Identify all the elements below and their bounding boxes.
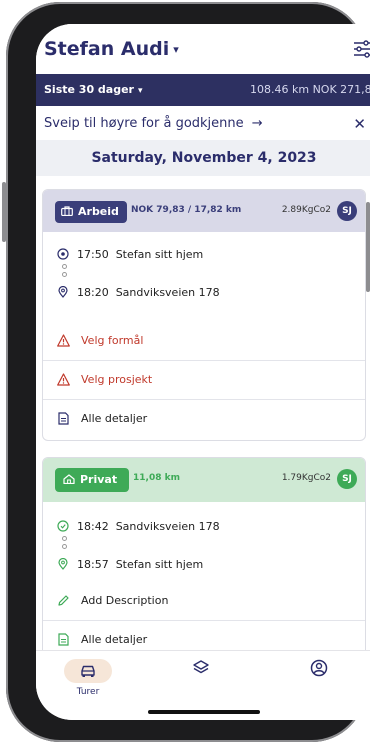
end-place: Sandviksveien 178 (115, 286, 220, 299)
end-time: 18:57 (77, 558, 109, 571)
route-dots (62, 536, 67, 552)
trip-amount: 11,08 km (133, 473, 180, 483)
profile-icon (310, 659, 328, 677)
pencil-icon (58, 595, 69, 606)
trip-start: 17:50 Stefan sitt hjem (57, 248, 203, 261)
arrow-right-icon: → (251, 116, 263, 131)
trip-end: 18:20 Sandviksveien 178 (57, 286, 220, 299)
all-details-row[interactable]: Alle detaljer (43, 399, 365, 438)
layers-icon (193, 660, 209, 674)
document-icon (58, 633, 69, 646)
home-indicator (148, 710, 260, 714)
trip-route: 18:42 Sandviksveien 178 18:57 Stefan sit… (43, 502, 365, 582)
trip-co2: 2.89KgCo2 (281, 205, 331, 215)
trip-co2: 1.79KgCo2 (281, 473, 331, 483)
add-description-row[interactable]: Add Description (43, 582, 365, 620)
all-details-label: Alle detaljer (81, 633, 148, 646)
car-icon (81, 665, 95, 677)
tab-trips[interactable]: Turer (64, 659, 112, 697)
trip-card-header: Privat 11,08 km 1.79KgCo2 SJ (43, 458, 365, 502)
vehicle-selector[interactable]: Stefan Audi ▾ (44, 38, 179, 60)
app-header: Stefan Audi ▾ (36, 24, 370, 74)
swipe-hint-text: Sveip til høyre for å godkjenne (44, 116, 244, 131)
start-place: Stefan sitt hjem (115, 248, 204, 261)
close-icon[interactable]: ✕ (353, 115, 366, 133)
start-time: 18:42 (77, 520, 109, 533)
select-project-label: Velg prosjekt (81, 373, 153, 386)
route-dots (62, 264, 67, 280)
trip-card-header: Arbeid NOK 79,83 / 17,82 km 2.89KgCo2 SJ (43, 190, 365, 232)
period-summary: 108.46 km NOK 271,89 (250, 83, 370, 96)
tab-layers[interactable] (186, 659, 216, 680)
location-pin-icon (58, 286, 68, 298)
trip-type-badge[interactable]: Privat (55, 468, 130, 492)
all-details-label: Alle detaljer (81, 412, 148, 425)
document-icon (58, 412, 69, 425)
swipe-hint-banner: Sveip til høyre for å godkjenne → ✕ (36, 106, 370, 140)
start-time: 17:50 (77, 248, 109, 261)
tab-trips-label: Turer (76, 687, 100, 697)
avatar: SJ (337, 201, 357, 221)
trip-card[interactable]: Privat 11,08 km 1.79KgCo2 SJ 18:42 Sandv… (42, 457, 366, 669)
period-summary-bar: Siste 30 dager ▾ 108.46 km NOK 271,89 (36, 74, 370, 106)
trip-type-label: Arbeid (78, 205, 119, 218)
add-description-label: Add Description (81, 594, 169, 607)
trip-route: 17:50 Stefan sitt hjem 18:20 Sandviksvei… (43, 232, 365, 322)
trip-amount: NOK 79,83 / 17,82 km (131, 205, 242, 215)
end-time: 18:20 (77, 286, 109, 299)
trip-type-badge[interactable]: Arbeid (55, 201, 127, 223)
trip-type-label: Privat (80, 473, 118, 486)
home-icon (63, 474, 75, 484)
chevron-down-icon: ▾ (137, 86, 143, 96)
start-point-icon (57, 248, 69, 260)
tab-profile[interactable] (304, 659, 334, 680)
date-header: Saturday, November 4, 2023 (36, 140, 370, 176)
select-purpose-row[interactable]: Velg formål (43, 322, 365, 360)
tab-active-indicator (64, 659, 112, 683)
app-screen: Stefan Audi ▾ Siste 30 dager ▾ 108.46 km N… (36, 24, 370, 720)
vehicle-title: Stefan Audi (44, 38, 170, 60)
warning-icon (57, 373, 70, 386)
warning-icon (57, 334, 70, 347)
trip-card[interactable]: Arbeid NOK 79,83 / 17,82 km 2.89KgCo2 SJ… (42, 189, 366, 441)
period-selector[interactable]: Siste 30 dager ▾ (44, 83, 143, 96)
location-pin-icon (58, 558, 68, 570)
end-place: Stefan sitt hjem (115, 558, 204, 571)
select-purpose-label: Velg formål (81, 334, 144, 347)
phone-frame: Stefan Audi ▾ Siste 30 dager ▾ 108.46 km N… (2, 2, 370, 742)
avatar: SJ (337, 469, 357, 489)
trip-start: 18:42 Sandviksveien 178 (57, 520, 220, 533)
filter-icon[interactable] (354, 40, 370, 58)
period-label: Siste 30 dager (44, 83, 134, 96)
select-project-row[interactable]: Velg prosjekt (43, 360, 365, 399)
chevron-down-icon: ▾ (173, 43, 179, 56)
start-point-icon (57, 520, 69, 532)
start-place: Sandviksveien 178 (115, 520, 220, 533)
briefcase-icon (61, 206, 73, 216)
trip-end: 18:57 Stefan sitt hjem (57, 558, 203, 571)
